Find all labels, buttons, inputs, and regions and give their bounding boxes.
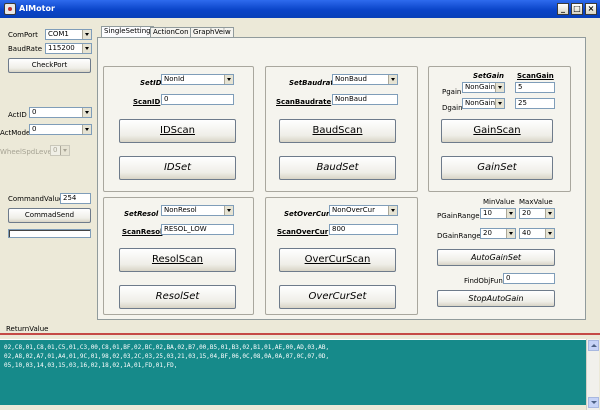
- pgain-select[interactable]: NonGain: [462, 82, 505, 93]
- gainset-button[interactable]: GainSet: [441, 156, 553, 180]
- dgain-min-select[interactable]: 20: [480, 228, 516, 239]
- scanid-label: ScanID: [133, 98, 161, 106]
- maxvalue-label: MaxValue: [519, 198, 553, 206]
- baudrate-label: BaudRate: [8, 45, 43, 53]
- autogainset-button[interactable]: AutoGainSet: [437, 249, 555, 266]
- dgain-scan-input[interactable]: 25: [515, 98, 555, 109]
- close-button[interactable]: ×: [585, 3, 597, 15]
- overcurset-button[interactable]: OverCurSet: [279, 285, 396, 309]
- chevron-down-icon: [545, 229, 554, 238]
- chevron-down-icon: [495, 99, 504, 108]
- idscan-button[interactable]: IDScan: [119, 119, 236, 143]
- pgain-label: Pgain: [442, 88, 462, 96]
- setid-label: SetID: [140, 79, 162, 87]
- gainscan-button[interactable]: GainScan: [441, 119, 553, 143]
- minimize-button[interactable]: _: [557, 3, 569, 15]
- scanbaud-label: ScanBaudrate: [276, 98, 332, 106]
- dgain-select[interactable]: NonGain: [462, 98, 505, 109]
- chevron-down-icon: [545, 209, 554, 218]
- minvalue-label: MinValue: [483, 198, 515, 206]
- console-line: 02,A8,02,A7,01,A4,01,9C,01,98,02,03,2C,0…: [4, 353, 330, 360]
- setovercur-label: SetOverCur: [284, 210, 330, 218]
- actmode-select[interactable]: 0: [29, 124, 92, 135]
- chevron-down-icon: [495, 83, 504, 92]
- baudset-button[interactable]: BaudSet: [279, 156, 396, 180]
- chevron-down-icon: [224, 206, 233, 215]
- actmode-label: ActMode: [0, 129, 31, 137]
- setgain-label: SetGain: [473, 72, 504, 80]
- returnvalue-label: ReturnValue: [6, 325, 49, 333]
- baudscan-button[interactable]: BaudScan: [279, 119, 396, 143]
- setbaud-select[interactable]: NonBaud: [332, 74, 398, 85]
- chevron-down-icon: [82, 30, 91, 39]
- commandsend-button[interactable]: CommadSend: [8, 208, 91, 223]
- maximize-button[interactable]: □: [571, 3, 583, 15]
- chevron-down-icon: [82, 44, 91, 53]
- actid-select[interactable]: 0: [29, 107, 92, 118]
- scangain-label: ScanGain: [517, 72, 554, 80]
- overcurscan-button[interactable]: OverCurScan: [279, 248, 396, 272]
- window-title: AIMotor: [19, 4, 55, 13]
- chevron-down-icon: [82, 108, 91, 117]
- scroll-up-icon[interactable]: [588, 340, 599, 351]
- setresol-label: SetResol: [124, 210, 159, 218]
- chevron-down-icon: [506, 209, 515, 218]
- wheelspd-select[interactable]: 0: [50, 145, 70, 156]
- idset-button[interactable]: IDSet: [119, 156, 236, 180]
- resolset-button[interactable]: ResolSet: [119, 285, 236, 309]
- scanbaud-input[interactable]: NonBaud: [332, 94, 398, 105]
- scanresol-label: ScanResol: [122, 228, 163, 236]
- title-bar: AIMotor _ □ ×: [0, 0, 600, 18]
- dgainrange-label: DGainRange: [437, 232, 481, 240]
- splitter-line: [0, 333, 600, 335]
- scanresol-input[interactable]: RESOL_LOW: [161, 224, 234, 235]
- actid-label: ActID: [8, 111, 27, 119]
- chevron-down-icon: [506, 229, 515, 238]
- app-icon: [4, 3, 16, 15]
- pgain-max-select[interactable]: 20: [519, 208, 555, 219]
- pgain-scan-input[interactable]: 5: [515, 82, 555, 93]
- setovercur-select[interactable]: NonOverCur: [329, 205, 398, 216]
- tab-graphveiw[interactable]: GraphVeiw: [190, 27, 234, 37]
- resolscan-button[interactable]: ResolScan: [119, 248, 236, 272]
- chevron-down-icon: [388, 206, 397, 215]
- comport-label: ComPort: [8, 31, 38, 39]
- progress-bar: [8, 229, 91, 238]
- comport-select[interactable]: COM1: [45, 29, 92, 40]
- chevron-down-icon: [82, 125, 91, 134]
- setid-select[interactable]: NonId: [161, 74, 234, 85]
- chevron-down-icon: [224, 75, 233, 84]
- setresol-select[interactable]: NonResol: [161, 205, 234, 216]
- findobjfun-label: FindObjFun: [464, 277, 503, 285]
- pgain-min-select[interactable]: 10: [480, 208, 516, 219]
- scroll-down-icon[interactable]: [588, 397, 599, 408]
- tab-singlesetting[interactable]: SingleSetting: [101, 26, 154, 37]
- dgain-max-select[interactable]: 40: [519, 228, 555, 239]
- console-line: 02,C8,01,C8,01,C5,01,C3,00,C8,01,BF,02,B…: [4, 344, 330, 351]
- console-line: 05,10,03,14,03,15,03,16,02,18,02,1A,01,F…: [4, 362, 178, 369]
- pgainrange-label: PGainRange: [437, 212, 480, 220]
- chevron-down-icon: [60, 146, 69, 155]
- checkport-button[interactable]: CheckPort: [8, 58, 91, 73]
- dgain-label: Dgain: [442, 104, 463, 112]
- commandvalue-label: CommandValue: [8, 195, 64, 203]
- baudrate-select[interactable]: 115200: [45, 43, 92, 54]
- stopautogain-button[interactable]: StopAutoGain: [437, 290, 555, 307]
- scanid-input[interactable]: 0: [161, 94, 234, 105]
- console-scrollbar[interactable]: [586, 339, 599, 410]
- return-value-console[interactable]: 02,C8,01,C8,01,C5,01,C3,00,C8,01,BF,02,B…: [0, 339, 586, 405]
- scanovercur-label: ScanOverCur: [277, 228, 329, 236]
- tab-actioncon[interactable]: ActionCon: [150, 27, 192, 37]
- wheelspd-label: WheelSpdLevel: [0, 148, 54, 156]
- scanovercur-input[interactable]: 800: [329, 224, 398, 235]
- commandvalue-input[interactable]: 254: [60, 193, 91, 204]
- chevron-down-icon: [388, 75, 397, 84]
- findobjfun-input[interactable]: 0: [503, 273, 555, 284]
